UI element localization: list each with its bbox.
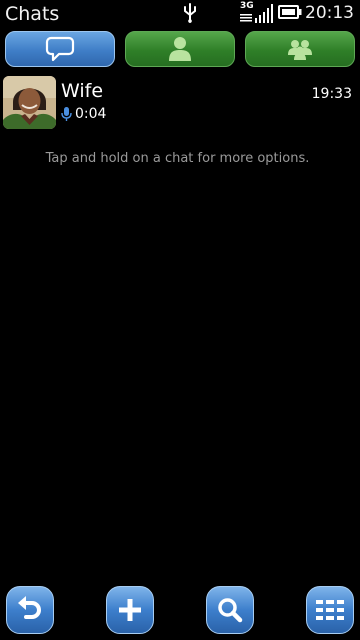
app-title: Chats [5, 3, 60, 25]
group-icon [288, 40, 312, 60]
plus-icon [119, 599, 141, 621]
search-button[interactable] [206, 586, 254, 634]
tab-contacts[interactable] [125, 31, 235, 67]
status-bar: Chats 3G 20:13 [0, 0, 360, 28]
signal-icon [240, 4, 273, 23]
add-button[interactable] [106, 586, 154, 634]
usb-icon [184, 3, 196, 23]
back-arrow-icon [18, 596, 41, 619]
microphone-icon [61, 107, 72, 121]
tab-chats[interactable] [5, 31, 115, 67]
chat-timestamp: 19:33 [311, 86, 352, 102]
hint-text: Tap and hold on a chat for more options. [45, 151, 310, 166]
chat-list-item[interactable]: Wife 0:04 19:33 [0, 74, 360, 132]
tab-groups[interactable] [245, 31, 355, 67]
chat-bubble-icon [45, 36, 75, 62]
person-icon [169, 37, 191, 61]
battery-icon [278, 5, 302, 19]
menu-grid-icon [316, 600, 344, 620]
voice-message-duration: 0:04 [75, 106, 107, 122]
avatar [3, 76, 56, 129]
menu-button[interactable] [306, 586, 354, 634]
search-icon [218, 598, 243, 623]
chat-name: Wife [61, 80, 104, 102]
clock: 20:13 [305, 3, 354, 23]
back-button[interactable] [6, 586, 54, 634]
